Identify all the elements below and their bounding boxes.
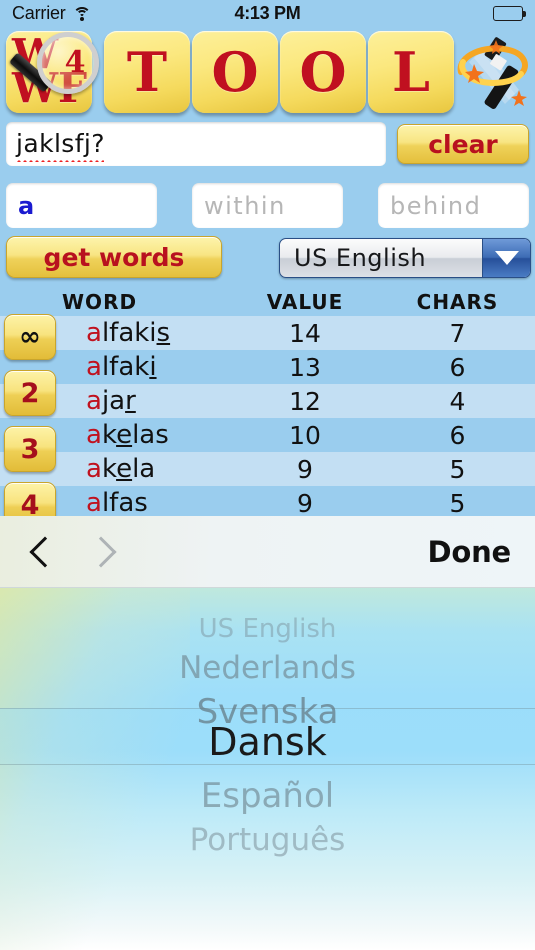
cell-value: 13 bbox=[289, 352, 321, 382]
table-row[interactable]: alfas 9 5 bbox=[0, 486, 535, 520]
word-first-letter: a bbox=[86, 420, 102, 450]
picker-option[interactable]: US English bbox=[0, 614, 535, 644]
chevron-down-icon[interactable] bbox=[482, 239, 530, 277]
clear-button[interactable]: clear bbox=[397, 124, 529, 164]
word-suffix: las bbox=[132, 420, 169, 450]
filter-inputs-row: a within behind bbox=[0, 183, 535, 231]
language-picker-modal: Done US English Nederlands Svenska Dansk Esp… bbox=[0, 516, 535, 950]
picker-selection-line-bottom bbox=[0, 764, 535, 765]
letters-input[interactable]: a bbox=[6, 183, 157, 228]
table-row[interactable]: alfakis 14 7 bbox=[0, 316, 535, 350]
picker-option[interactable]: Español bbox=[0, 776, 535, 816]
spellcheck-underline bbox=[16, 157, 104, 162]
cell-chars: 7 bbox=[449, 318, 466, 348]
app-root: Carrier 4:13 PM W WF 4 T O O L bbox=[0, 0, 535, 950]
cell-value: 10 bbox=[289, 420, 321, 450]
badge-length-2[interactable]: 2 bbox=[4, 370, 56, 416]
picker-option-selected[interactable]: Dansk bbox=[0, 720, 535, 764]
table-row[interactable]: akelas 10 6 bbox=[0, 418, 535, 452]
word-underlined-letter: s bbox=[156, 318, 171, 348]
word-suffix: la bbox=[132, 454, 156, 484]
word-mid: lfaki bbox=[101, 318, 157, 348]
word-mid: lfak bbox=[101, 352, 150, 382]
language-picker-wheel[interactable]: US English Nederlands Svenska Dansk Español P… bbox=[0, 588, 535, 950]
word-first-letter: a bbox=[86, 318, 102, 348]
chevron-right-icon[interactable] bbox=[86, 535, 120, 569]
picker-option[interactable]: Nederlands bbox=[0, 650, 535, 686]
cell-chars: 5 bbox=[449, 454, 466, 484]
cell-value: 14 bbox=[289, 318, 321, 348]
picker-toolbar: Done bbox=[0, 516, 535, 588]
word-underlined-letter: e bbox=[116, 420, 133, 450]
status-bar-right bbox=[493, 6, 526, 21]
picker-option[interactable]: Português bbox=[0, 822, 535, 858]
word-underlined-letter: e bbox=[116, 454, 133, 484]
word-first-letter: a bbox=[86, 386, 102, 416]
magnifier-icon: 4 bbox=[37, 32, 99, 94]
within-input-placeholder: within bbox=[204, 191, 286, 220]
cell-chars: 6 bbox=[449, 352, 466, 382]
cell-value: 9 bbox=[297, 454, 313, 484]
word-first-letter: a bbox=[86, 454, 102, 484]
table-row[interactable]: ajar 12 4 bbox=[0, 384, 535, 418]
status-bar: Carrier 4:13 PM bbox=[0, 0, 535, 27]
word-mid: ja bbox=[101, 386, 126, 416]
word-underlined-letter: r bbox=[125, 386, 136, 416]
app-logo-banner: W WF 4 T O O L bbox=[0, 28, 535, 118]
language-dropdown-value: US English bbox=[294, 244, 427, 272]
table-row[interactable]: alfaki 13 6 bbox=[0, 350, 535, 384]
word-underlined-letter: i bbox=[149, 352, 157, 382]
cell-chars: 5 bbox=[449, 488, 466, 518]
table-row[interactable]: akela 9 5 bbox=[0, 452, 535, 486]
logo-tile-o2: O bbox=[280, 31, 366, 113]
picker-done-button[interactable]: Done bbox=[427, 535, 511, 569]
cell-chars: 4 bbox=[449, 386, 466, 416]
logo-tile-o1: O bbox=[192, 31, 278, 113]
table-header-row: WORD VALUE CHARS bbox=[0, 288, 535, 316]
word-first-letter: a bbox=[86, 352, 102, 382]
behind-input-placeholder: behind bbox=[390, 191, 482, 220]
clock-label: 4:13 PM bbox=[234, 3, 301, 23]
magnifier-badge-number: 4 bbox=[64, 44, 86, 80]
word-first-letter: a bbox=[86, 488, 102, 518]
action-row: get words US English bbox=[0, 236, 535, 286]
logo-tile-t: T bbox=[104, 31, 190, 113]
cell-value: 12 bbox=[289, 386, 321, 416]
search-row: jaklsfj? clear bbox=[0, 120, 535, 168]
word-mid: lfas bbox=[101, 488, 148, 518]
badge-length-3[interactable]: 3 bbox=[4, 426, 56, 472]
search-input-value: jaklsfj? bbox=[16, 128, 105, 158]
badge-any-length[interactable]: ∞ bbox=[4, 314, 56, 360]
within-input[interactable]: within bbox=[192, 183, 343, 228]
chevron-left-icon[interactable] bbox=[24, 535, 58, 569]
cell-chars: 6 bbox=[449, 420, 466, 450]
column-header-chars: CHARS bbox=[416, 290, 499, 314]
results-table: WORD VALUE CHARS alfakis 14 7 alfaki 13 6 ajar… bbox=[0, 288, 535, 520]
search-input[interactable]: jaklsfj? bbox=[6, 122, 386, 166]
word-mid: k bbox=[101, 420, 117, 450]
cell-value: 9 bbox=[297, 488, 313, 518]
behind-input[interactable]: behind bbox=[378, 183, 529, 228]
letters-input-value: a bbox=[18, 191, 35, 220]
battery-full-icon bbox=[493, 6, 526, 21]
word-mid: k bbox=[101, 454, 117, 484]
column-header-value: VALUE bbox=[266, 290, 344, 314]
get-words-button[interactable]: get words bbox=[6, 236, 222, 278]
column-header-word: WORD bbox=[62, 290, 138, 314]
magic-wand-icon bbox=[457, 37, 528, 109]
language-dropdown[interactable]: US English bbox=[279, 238, 531, 278]
